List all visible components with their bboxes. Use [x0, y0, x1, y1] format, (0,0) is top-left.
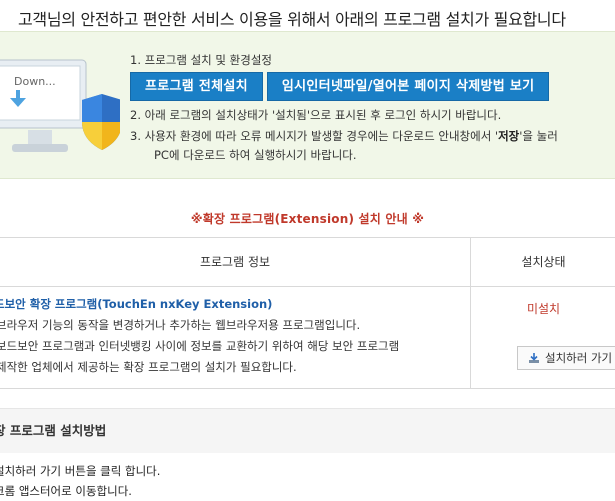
program-name: 드보안 확장 프로그램(TouchEn nxKey Extension) [0, 297, 273, 311]
header-install-status: 설치상태 [470, 238, 615, 286]
header-program-info: 프로그램 정보 [199, 255, 271, 269]
install-method-steps: 설치하러 가기 버튼을 클릭 합니다. 크롬 앱스터어로 이동합니다. [0, 461, 160, 501]
program-desc-line: 제작한 업체에서 제공하는 확장 프로그램의 설치가 필요합니다. [0, 360, 297, 374]
step2-text: 2. 아래 로그램의 설치상태가 '설치됨'으로 표시된 후 로그인 하시기 바… [130, 108, 502, 122]
temp-files-guide-button[interactable]: 임시인터넷파일/열어본 페이지 삭제방법 보기 [266, 72, 550, 101]
install-banner: Down... 1. 프로그램 설치 및 환경설정 프로그램 전체설치 임시인터넷… [0, 31, 615, 179]
step3-bold: 저장 [498, 129, 520, 143]
page-headline: 고객님의 안전하고 편안한 서비스 이용을 위해서 아래의 프로그램 설치가 필… [18, 10, 566, 29]
step3-pre: 3. 사용자 환경에 따라 오류 메시지가 발생할 경우에는 다운로드 안내창에… [130, 129, 499, 143]
monitor-download-text: Down... [14, 75, 56, 88]
program-info-cell: 드보안 확장 프로그램(TouchEn nxKey Extension) 브라우… [0, 294, 468, 378]
method-step: 크롬 앱스터어로 이동합니다. [0, 484, 132, 498]
banner-button-row: 프로그램 전체설치 임시인터넷파일/열어본 페이지 삭제방법 보기 [130, 72, 550, 101]
extension-notice: ※확장 프로그램(Extension) 설치 안내 ※ [190, 212, 425, 226]
program-desc-line: 보드보안 프로그램과 인터넷뱅킹 사이에 정보를 교환하기 위하여 해당 보안 … [0, 339, 400, 353]
program-table-header: 프로그램 정보 설치상태 [0, 237, 615, 287]
go-install-label: 설치하러 가기 [545, 351, 613, 365]
step3-line2: PC에 다운로드 하여 실행하시기 바랍니다. [154, 148, 357, 162]
install-method-title: 장 프로그램 설치방법 [0, 423, 107, 438]
install-method-section: 장 프로그램 설치방법 [0, 408, 615, 453]
step1-text: 1. 프로그램 설치 및 환경설정 [130, 53, 272, 67]
step3-post: '을 눌러 [519, 129, 558, 143]
download-icon [529, 353, 539, 363]
install-status-cell: 미설치 설치하러 가기 [470, 286, 615, 388]
method-step: 설치하러 가기 버튼을 클릭 합니다. [0, 464, 161, 478]
install-all-button[interactable]: 프로그램 전체설치 [130, 72, 263, 101]
table-row: 드보안 확장 프로그램(TouchEn nxKey Extension) 브라우… [0, 286, 615, 389]
program-desc-line: 브라우저 기능의 동작을 변경하거나 추가하는 웹브라우저용 프로그램입니다. [0, 318, 361, 332]
go-install-button[interactable]: 설치하러 가기 [517, 346, 615, 370]
computer-shield-icon: Down... [0, 59, 120, 152]
step3-text: 3. 사용자 환경에 따라 오류 메시지가 발생할 경우에는 다운로드 안내창에… [130, 128, 558, 145]
status-badge: 미설치 [526, 302, 561, 316]
